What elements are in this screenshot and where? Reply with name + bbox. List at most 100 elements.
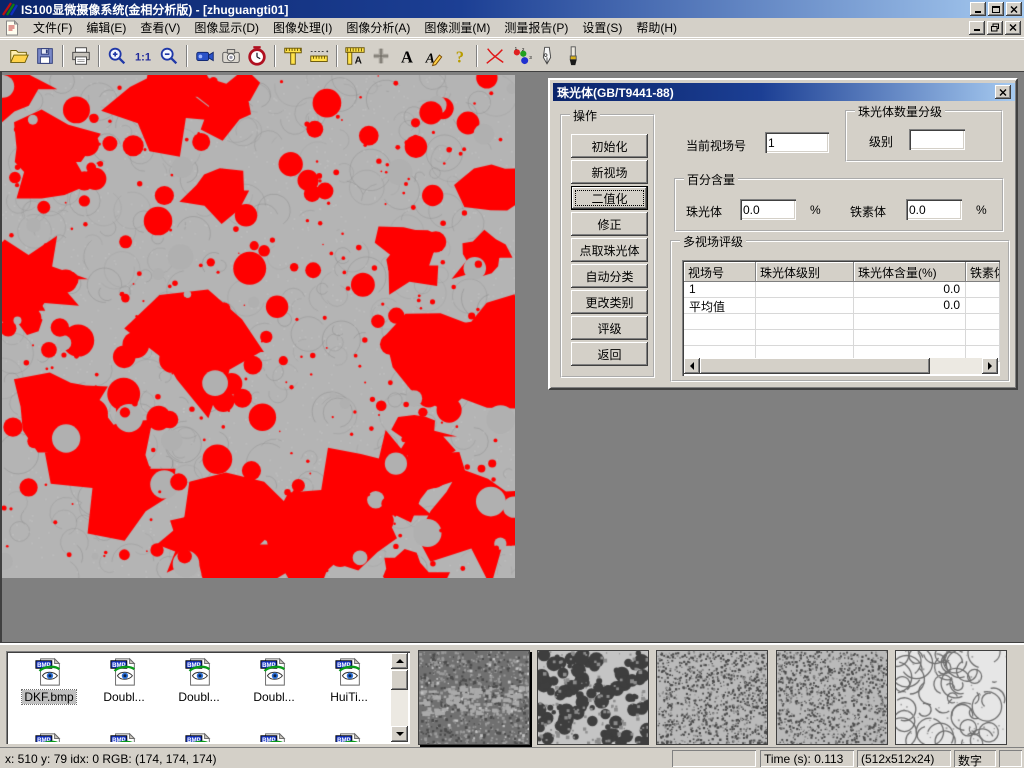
classify-points-icon: 123 xyxy=(510,45,532,67)
menu-item[interactable]: 设置(S) xyxy=(575,19,629,37)
close-button[interactable] xyxy=(1006,2,1022,16)
actual-size-button[interactable]: 1:1 xyxy=(130,43,156,69)
op-button-4[interactable]: 修正 xyxy=(571,212,648,236)
scroll-thumb[interactable] xyxy=(700,358,930,374)
camera-icon xyxy=(220,45,242,67)
caliper-button[interactable] xyxy=(280,43,306,69)
table-cell xyxy=(966,282,1000,298)
table-cell xyxy=(756,330,854,346)
toolbar-separator xyxy=(476,45,478,67)
svg-text:3: 3 xyxy=(529,54,532,59)
mdi-minimize-button[interactable] xyxy=(969,21,985,35)
table-header-2[interactable]: 珠光体级别 xyxy=(756,262,854,282)
title-bar: IS100显微摄像系统(金相分析版) - [zhuguangti01] xyxy=(0,0,1024,18)
menu-item[interactable]: 测量报告(P) xyxy=(497,19,575,37)
menu-item[interactable]: 图像处理(I) xyxy=(266,19,339,37)
open-button[interactable] xyxy=(6,43,32,69)
file-item[interactable]: BMPDoubl... xyxy=(237,656,311,704)
ferrite-unit: % xyxy=(976,203,987,217)
zoom-in-button[interactable] xyxy=(104,43,130,69)
op-button-6[interactable]: 自动分类 xyxy=(571,264,648,288)
pearlite-percent-input[interactable] xyxy=(740,199,796,220)
measure-text-button[interactable]: A xyxy=(342,43,368,69)
mdi-restore-button[interactable] xyxy=(987,21,1003,35)
zoom-out-button[interactable] xyxy=(156,43,182,69)
table-header-4[interactable]: 铁素体含量(%) xyxy=(966,262,1000,282)
timer-button[interactable] xyxy=(244,43,270,69)
file-item-partial[interactable]: BMP xyxy=(12,731,86,742)
save-button[interactable] xyxy=(32,43,58,69)
op-button-5[interactable]: 点取珠光体 xyxy=(571,238,648,262)
thumbnail-5[interactable] xyxy=(895,650,1007,745)
file-item[interactable]: BMPDKF.bmp xyxy=(12,656,86,704)
op-button-7[interactable]: 更改类别 xyxy=(571,290,648,314)
actual-size-icon: 1:1 xyxy=(132,45,154,67)
file-item-partial[interactable]: BMP xyxy=(162,731,236,742)
ferrite-percent-input[interactable] xyxy=(906,199,962,220)
move-cross-button[interactable] xyxy=(368,43,394,69)
menu-item[interactable]: 查看(V) xyxy=(133,19,187,37)
scroll-right-button[interactable] xyxy=(982,358,998,374)
pearlite-dialog: 珠光体(GB/T9441-88) 操作 初始化新视场二值化修正点取珠光体自动分类… xyxy=(548,78,1018,390)
file-item-partial[interactable]: BMP xyxy=(87,731,161,742)
file-item-partial[interactable]: BMP xyxy=(237,731,311,742)
thumbnail-2[interactable] xyxy=(537,650,649,745)
grade-input[interactable] xyxy=(909,129,965,150)
table-header-3[interactable]: 珠光体含量(%) xyxy=(854,262,966,282)
file-list-scrollbar[interactable] xyxy=(391,653,408,742)
bmp-file-icon: BMP xyxy=(184,731,214,742)
menu-item[interactable]: 编辑(E) xyxy=(79,19,133,37)
table-row[interactable] xyxy=(684,314,998,330)
text-icon: A xyxy=(396,45,418,67)
table-horizontal-scrollbar[interactable] xyxy=(684,358,998,374)
text-button[interactable]: A xyxy=(394,43,420,69)
file-item-partial[interactable]: BMP xyxy=(312,731,386,742)
print-button[interactable] xyxy=(68,43,94,69)
menu-item[interactable]: 图像测量(M) xyxy=(417,19,497,37)
op-button-9[interactable]: 返回 xyxy=(571,342,648,366)
op-button-8[interactable]: 评级 xyxy=(571,316,648,340)
file-scroll-thumb[interactable] xyxy=(391,670,408,690)
pen-tool-button[interactable] xyxy=(534,43,560,69)
classify-points-button[interactable]: 123 xyxy=(508,43,534,69)
op-button-3[interactable]: 二值化 xyxy=(571,186,648,210)
minimize-button[interactable] xyxy=(970,2,986,16)
menu-item[interactable]: 图像分析(A) xyxy=(339,19,417,37)
op-button-1[interactable]: 初始化 xyxy=(571,134,648,158)
current-field-input[interactable] xyxy=(765,132,829,153)
file-scroll-down-button[interactable] xyxy=(391,726,408,742)
table-row[interactable] xyxy=(684,330,998,346)
bmp-file-icon: BMP xyxy=(34,656,64,688)
status-panel-3: (512x512x24) xyxy=(857,750,951,767)
status-bar: x: 510 y: 79 idx: 0 RGB: (174, 174, 174)… xyxy=(0,747,1024,768)
maximize-button[interactable] xyxy=(988,2,1004,16)
video-camera-button[interactable] xyxy=(192,43,218,69)
menu-item[interactable]: 文件(F) xyxy=(26,19,79,37)
thumbnail-1[interactable] xyxy=(418,650,530,745)
text-edit-button[interactable]: A xyxy=(420,43,446,69)
brush-button[interactable] xyxy=(560,43,586,69)
curve-tool-button[interactable] xyxy=(482,43,508,69)
file-item[interactable]: BMPDoubl... xyxy=(87,656,161,704)
thumbnail-4[interactable] xyxy=(776,650,888,745)
help-button[interactable]: ? xyxy=(446,43,472,69)
menu-item[interactable]: 图像显示(D) xyxy=(187,19,266,37)
mdi-close-button[interactable] xyxy=(1005,21,1021,35)
dialog-close-button[interactable] xyxy=(995,85,1011,99)
table-row[interactable]: 10.0 xyxy=(684,282,998,298)
micrograph-image[interactable] xyxy=(2,75,515,578)
scroll-left-button[interactable] xyxy=(684,358,700,374)
rating-table[interactable]: 视场号珠光体级别珠光体含量(%)铁素体含量(%) 10.0平均值0.0 xyxy=(682,260,1000,376)
file-item[interactable]: BMPDoubl... xyxy=(162,656,236,704)
grade-group: 珠光体数量分级 级别 xyxy=(845,110,1003,162)
file-item[interactable]: BMPHuiTi... xyxy=(312,656,386,704)
thumbnail-3[interactable] xyxy=(656,650,768,745)
ruler-button[interactable] xyxy=(306,43,332,69)
camera-button[interactable] xyxy=(218,43,244,69)
menu-item[interactable]: 帮助(H) xyxy=(629,19,684,37)
table-row[interactable]: 平均值0.0 xyxy=(684,298,998,314)
svg-text:1:1: 1:1 xyxy=(135,51,151,63)
table-header-1[interactable]: 视场号 xyxy=(684,262,756,282)
op-button-2[interactable]: 新视场 xyxy=(571,160,648,184)
file-scroll-up-button[interactable] xyxy=(391,653,408,669)
